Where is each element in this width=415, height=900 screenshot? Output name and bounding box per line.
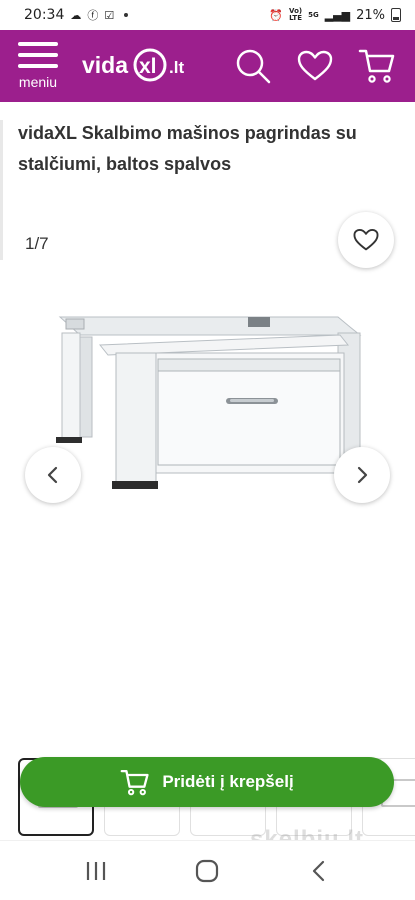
add-to-cart-button[interactable]: Pridėti į krepšelį <box>20 757 394 807</box>
svg-text:.lt: .lt <box>169 58 184 77</box>
volte-label: Vo) LTE <box>289 8 302 22</box>
vidaxl-logo[interactable]: vida xl .lt <box>82 44 202 88</box>
home-icon <box>196 859 219 882</box>
menu-label: meniu <box>18 74 58 90</box>
svg-text:xl: xl <box>139 55 157 78</box>
chevron-left-icon <box>47 466 58 484</box>
chevron-right-icon <box>357 466 368 484</box>
cloud-icon: ☁ <box>70 8 82 22</box>
system-navigation-bar <box>0 840 415 900</box>
network-5g-label: 5G <box>308 10 319 19</box>
site-header: meniu vida xl .lt <box>0 30 415 102</box>
menu-button[interactable]: meniu <box>0 30 76 102</box>
recent-apps-button[interactable] <box>72 847 120 895</box>
status-time: 20:34 <box>24 7 65 23</box>
status-left: 20:34 ☁ ⓕ ☑ <box>24 7 129 23</box>
cart-button[interactable] <box>353 42 401 90</box>
back-icon <box>313 860 325 881</box>
cart-icon <box>358 49 395 83</box>
header-actions <box>229 42 415 90</box>
add-to-wishlist-button[interactable] <box>338 212 394 268</box>
image-counter: 1/7 <box>25 234 49 253</box>
product-image[interactable] <box>40 305 380 505</box>
status-bar: 20:34 ☁ ⓕ ☑ ⏰ Vo) LTE 5G ▂▄▆ 21% <box>0 0 415 30</box>
recent-apps-icon <box>86 861 105 880</box>
back-button[interactable] <box>295 847 343 895</box>
washing-machine-pedestal-image <box>56 316 366 489</box>
next-image-button[interactable] <box>334 447 390 503</box>
battery-percent: 21% <box>356 7 385 23</box>
previous-image-button[interactable] <box>25 447 81 503</box>
menu-icon <box>18 42 58 68</box>
notification-dot-icon <box>124 13 129 17</box>
cart-icon <box>120 769 149 796</box>
alarm-icon: ⏰ <box>269 8 284 22</box>
battery-icon <box>391 8 401 22</box>
home-button[interactable] <box>183 847 231 895</box>
search-button[interactable] <box>229 42 277 90</box>
add-to-cart-label: Pridėti į krepšelį <box>162 772 294 791</box>
svg-text:vida: vida <box>82 52 128 78</box>
wishlist-button[interactable] <box>291 42 339 90</box>
vidaxl-logo-icon: vida xl .lt <box>82 48 184 82</box>
heart-icon <box>353 228 379 251</box>
checkbox-icon: ☑ <box>104 8 115 22</box>
search-icon <box>236 49 271 84</box>
status-right: ⏰ Vo) LTE 5G ▂▄▆ 21% <box>269 8 401 23</box>
volte-bottom: LTE <box>289 14 302 22</box>
product-title: vidaXL Skalbimo mašinos pagrindas su sta… <box>18 123 357 174</box>
signal-icon: ▂▄▆ <box>324 8 351 22</box>
title-section: vidaXL Skalbimo mašinos pagrindas su sta… <box>0 118 415 180</box>
facebook-icon: ⓕ <box>87 8 99 22</box>
heart-icon <box>297 50 333 81</box>
